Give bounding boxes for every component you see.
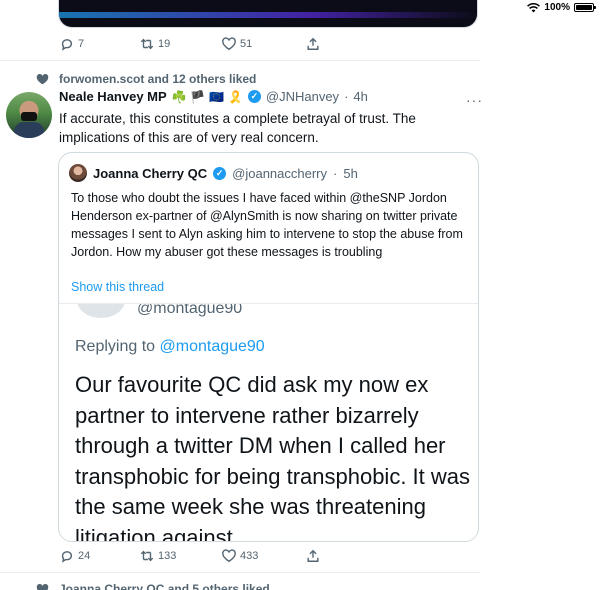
reply-button[interactable]: 7 xyxy=(60,37,140,51)
social-context[interactable]: forwomen.scot and 12 others liked xyxy=(36,72,256,86)
user-handle[interactable]: @JNHanvey xyxy=(266,89,339,104)
verified-icon: ✓ xyxy=(213,166,227,180)
retweet-icon xyxy=(140,38,154,50)
avatar[interactable] xyxy=(6,92,52,138)
wifi-icon xyxy=(527,2,541,12)
share-icon xyxy=(307,549,319,562)
reply-icon xyxy=(61,551,73,563)
like-icon xyxy=(222,37,236,51)
screenshot-handle: @montague90 xyxy=(137,303,243,317)
like-icon xyxy=(222,549,236,563)
share-icon xyxy=(307,37,319,50)
screenshot-replying-to: Replying to @montague90 xyxy=(75,338,265,356)
status-right: 100% xyxy=(527,2,596,13)
heart-icon xyxy=(36,583,49,590)
tweet-text: If accurate, this constitutes a complete… xyxy=(59,111,416,145)
display-name[interactable]: Neale Hanvey MP xyxy=(59,89,167,104)
replying-prefix: Replying to xyxy=(75,338,160,355)
timestamp[interactable]: 4h xyxy=(353,89,367,104)
quote-timestamp: 5h xyxy=(343,165,358,181)
quote-header: Joanna Cherry QC ✓ @joannaccherry · 5h xyxy=(69,164,358,182)
media-gradient xyxy=(59,12,477,18)
tweet-divider xyxy=(0,60,480,61)
quote-display-name: Joanna Cherry QC xyxy=(93,165,208,181)
avatar-mask xyxy=(21,112,37,121)
quoted-tweet[interactable]: Joanna Cherry QC ✓ @joannaccherry · 5h T… xyxy=(58,152,479,542)
retweet-count: 19 xyxy=(158,38,171,50)
quote-text: To those who doubt the issues I have fac… xyxy=(71,191,463,259)
battery-icon xyxy=(574,3,596,12)
battery-fill xyxy=(576,5,592,10)
retweet-count: 133 xyxy=(158,550,177,562)
replying-to-handle: @montague90 xyxy=(159,338,265,355)
next-social-context[interactable]: Joanna Cherry QC and 5 others liked xyxy=(36,582,270,590)
like-button[interactable]: 433 xyxy=(222,549,306,563)
reply-count: 7 xyxy=(78,38,85,50)
like-count: 51 xyxy=(240,38,253,50)
share-button[interactable] xyxy=(306,37,320,51)
retweet-icon xyxy=(140,550,154,562)
next-social-context-text: Joanna Cherry QC and 5 others liked xyxy=(59,582,270,590)
like-button[interactable]: 51 xyxy=(222,37,306,51)
verified-icon: ✓ xyxy=(247,90,261,103)
name-emojis: ☘️ 🏴 🇪🇺 🎗️ xyxy=(171,89,243,104)
quote-avatar xyxy=(69,164,87,182)
quote-screenshot-image[interactable]: @montague90 Replying to @montague90 Our … xyxy=(59,303,478,542)
retweet-button[interactable]: 19 xyxy=(140,37,222,51)
retweet-button[interactable]: 133 xyxy=(140,549,222,563)
tweet-header: Neale Hanvey MP ☘️ 🏴 🇪🇺 🎗️ ✓ @JNHanvey ·… xyxy=(59,89,368,104)
share-button[interactable] xyxy=(306,549,320,563)
previous-tweet-actions: 7 19 51 xyxy=(60,37,320,51)
heart-icon xyxy=(36,73,49,84)
social-context-text: forwomen.scot and 12 others liked xyxy=(59,72,257,86)
battery-percent: 100% xyxy=(544,2,570,13)
more-options-button[interactable]: ··· xyxy=(466,92,483,108)
tweet-divider xyxy=(0,572,480,573)
avatar-body xyxy=(14,122,44,138)
time-separator: · xyxy=(344,89,349,104)
screenshot-avatar xyxy=(77,304,125,318)
quote-handle: @joannaccherry xyxy=(232,165,328,181)
quote-time-separator: · xyxy=(333,165,338,181)
tweet-actions: 24 133 433 xyxy=(60,549,320,563)
reply-icon xyxy=(61,39,73,51)
reply-count: 24 xyxy=(78,550,91,562)
previous-tweet-media[interactable] xyxy=(58,0,478,28)
show-thread-link[interactable]: Show this thread xyxy=(71,280,164,294)
screenshot-body-text: Our favourite QC did ask my now ex partn… xyxy=(75,372,471,542)
like-count: 433 xyxy=(240,550,259,562)
reply-button[interactable]: 24 xyxy=(60,549,140,563)
